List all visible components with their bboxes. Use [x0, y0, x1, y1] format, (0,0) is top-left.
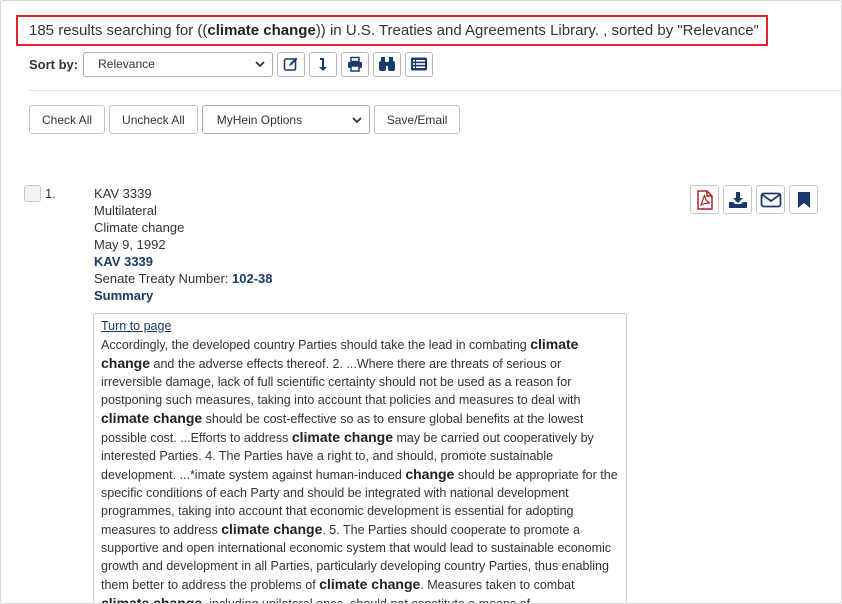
print-icon	[348, 56, 363, 72]
results-scope-text: )) in U.S. Treaties and Agreements Libra…	[315, 22, 759, 39]
list-view-button[interactable]	[405, 51, 434, 77]
result-checkbox[interactable]	[24, 185, 41, 202]
snippet-segment: . Measures taken to combat	[420, 578, 575, 592]
binoculars-icon	[379, 57, 396, 71]
result-date: May 9, 1992	[94, 237, 166, 252]
search-term-highlight: climate change	[291, 429, 393, 445]
download-icon	[728, 191, 747, 208]
snippet-text: Accordingly, the developed country Parti…	[101, 336, 618, 604]
check-all-button[interactable]: Check All	[29, 105, 106, 134]
email-icon	[760, 192, 781, 207]
search-term-highlight: climate change	[319, 576, 421, 592]
search-term-highlight: climate change	[101, 410, 203, 426]
result-title-link[interactable]: KAV 3339	[94, 253, 273, 270]
sort-selected-value: Relevance	[98, 57, 155, 71]
snippet-segment: Accordingly, the developed country Parti…	[101, 338, 531, 352]
snippet-segment: , including unilateral ones, should not …	[202, 597, 531, 604]
treaty-number: 102-38	[232, 271, 273, 286]
search-query: climate change	[207, 22, 316, 39]
sort-select[interactable]: Relevance	[83, 51, 274, 77]
bookmark-icon	[797, 191, 810, 208]
search-term-highlight: change	[405, 466, 455, 482]
result-subject: Climate change	[94, 220, 185, 235]
myhein-options-select[interactable]: MyHein Options	[201, 105, 370, 134]
myhein-selected-value: MyHein Options	[216, 112, 303, 127]
download-button[interactable]	[723, 185, 752, 214]
result-snippet: Turn to page Accordingly, the developed …	[93, 313, 627, 604]
list-view-icon	[411, 57, 428, 71]
senate-treaty-line: Senate Treaty Number: 102-38	[94, 270, 273, 287]
edit-search-button[interactable]	[277, 51, 306, 77]
find-button[interactable]	[373, 51, 402, 77]
chevron-down-icon	[255, 61, 265, 68]
result-action-icons	[690, 185, 822, 214]
pdf-icon	[696, 189, 713, 210]
chevron-down-icon	[352, 116, 362, 123]
edit-icon	[283, 57, 298, 71]
sort-toolbar: Sort by: Relevance	[29, 51, 434, 77]
turn-to-page-link[interactable]: Turn to page	[101, 317, 619, 335]
results-count-text: 185 results searching for ((	[29, 22, 208, 39]
print-button[interactable]	[341, 51, 370, 77]
search-term-highlight: climate change	[101, 595, 203, 604]
result-id: KAV 3339	[94, 186, 152, 201]
sort-order-button[interactable]	[309, 51, 338, 77]
pdf-button[interactable]	[690, 185, 719, 214]
sort-label: Sort by:	[29, 56, 79, 72]
result-actions: Check All Uncheck All MyHein Options Sav…	[29, 105, 464, 134]
results-page: 185 results searching for ((climate chan…	[0, 0, 842, 604]
sort-arrow-icon	[319, 58, 328, 71]
divider	[29, 90, 841, 91]
snippet-segment: and the adverse effects thereof. 2. ...W…	[101, 357, 581, 407]
results-summary: 185 results searching for ((climate chan…	[16, 15, 768, 46]
result-party: Multilateral	[94, 203, 157, 218]
treaty-number-label: Senate Treaty Number:	[94, 271, 233, 286]
email-button[interactable]	[756, 185, 785, 214]
result-number: 1.	[45, 186, 56, 201]
bookmark-button[interactable]	[789, 185, 818, 214]
save-email-button[interactable]: Save/Email	[373, 105, 461, 134]
summary-link[interactable]: Summary	[94, 287, 273, 304]
search-term-highlight: climate change	[221, 521, 323, 537]
result-metadata: KAV 3339 Multilateral Climate change May…	[94, 185, 273, 304]
uncheck-all-button[interactable]: Uncheck All	[109, 105, 198, 134]
